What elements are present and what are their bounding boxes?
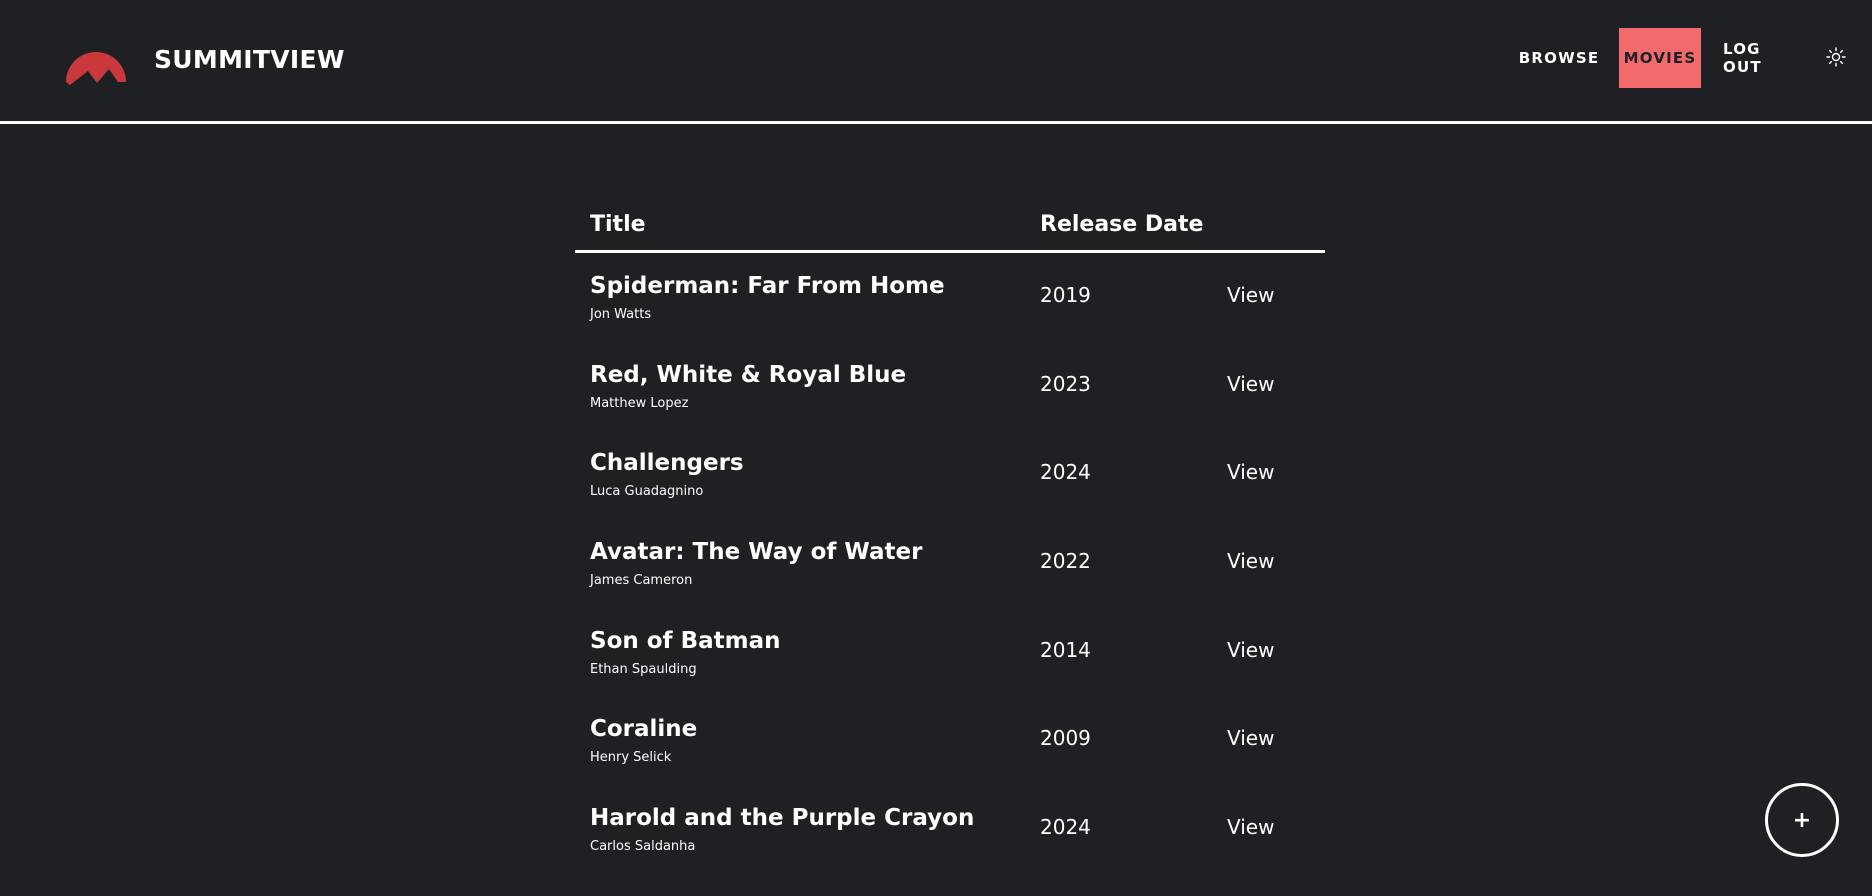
- movie-director: Henry Selick: [590, 750, 672, 766]
- table-row: Spiderman: Far From Home Jon Watts 2019 …: [575, 253, 1325, 342]
- table-row: Son of Batman Ethan Spaulding 2014 View: [575, 608, 1325, 697]
- table-row: Challengers Luca Guadagnino 2024 View: [575, 430, 1325, 519]
- table-row: Red, White & Royal Blue Matthew Lopez 20…: [575, 342, 1325, 431]
- movie-title: Spiderman: Far From Home: [590, 273, 945, 299]
- movie-year: 2019: [1040, 283, 1091, 307]
- movie-title: Coraline: [590, 716, 698, 743]
- movie-director: Ethan Spaulding: [590, 661, 697, 677]
- movie-title: Avatar: The Way of Water: [590, 539, 923, 566]
- view-movie-link[interactable]: View: [1227, 549, 1274, 573]
- view-movie-link[interactable]: View: [1227, 283, 1274, 307]
- nav-log-out-link[interactable]: LOG OUT: [1715, 28, 1805, 88]
- table-row: Avatar: The Way of Water James Cameron 2…: [575, 519, 1325, 608]
- column-header-release-date: Release Date: [1040, 212, 1204, 237]
- movies-table: Title Release Date Spiderman: Far From H…: [575, 208, 1325, 874]
- movie-year: 2009: [1040, 726, 1091, 751]
- nav-movies-link[interactable]: MOVIES: [1619, 28, 1701, 88]
- table-row: Harold and the Purple Crayon Carlos Sald…: [575, 785, 1325, 874]
- movie-year: 2023: [1040, 371, 1091, 396]
- table-row: Coraline Henry Selick 2009 View: [575, 696, 1325, 785]
- movie-year: 2014: [1040, 637, 1091, 662]
- movie-title: Challengers: [590, 450, 744, 477]
- movie-year: 2022: [1040, 549, 1091, 574]
- mountain-logo-icon: [66, 43, 126, 85]
- movie-title: Son of Batman: [590, 627, 781, 654]
- movie-director: Matthew Lopez: [590, 395, 689, 411]
- brand[interactable]: SUMMITVIEW: [66, 33, 345, 85]
- movie-director: Jon Watts: [590, 307, 652, 322]
- table-header: Title Release Date: [575, 208, 1325, 253]
- movie-year: 2024: [1040, 460, 1091, 485]
- movie-director: James Cameron: [590, 573, 693, 589]
- sun-icon[interactable]: [1825, 46, 1847, 68]
- movie-year: 2024: [1040, 815, 1091, 840]
- view-movie-link[interactable]: View: [1227, 460, 1274, 484]
- view-movie-link[interactable]: View: [1227, 726, 1274, 750]
- view-movie-link[interactable]: View: [1227, 815, 1274, 839]
- movie-title: Red, White & Royal Blue: [590, 361, 907, 388]
- nav-browse-link[interactable]: BROWSE: [1514, 28, 1604, 88]
- add-movie-button[interactable]: +: [1765, 783, 1839, 857]
- plus-icon: +: [1792, 807, 1812, 833]
- app-name: SUMMITVIEW: [154, 44, 345, 74]
- top-navigation-bar: SUMMITVIEW BROWSE MOVIES LOG OUT: [0, 0, 1872, 124]
- view-movie-link[interactable]: View: [1227, 638, 1274, 662]
- column-header-title: Title: [590, 212, 646, 237]
- view-movie-link[interactable]: View: [1227, 372, 1274, 396]
- movie-director: Carlos Saldanha: [590, 839, 696, 855]
- movie-director: Luca Guadagnino: [590, 484, 704, 500]
- movie-title: Harold and the Purple Crayon: [590, 805, 975, 832]
